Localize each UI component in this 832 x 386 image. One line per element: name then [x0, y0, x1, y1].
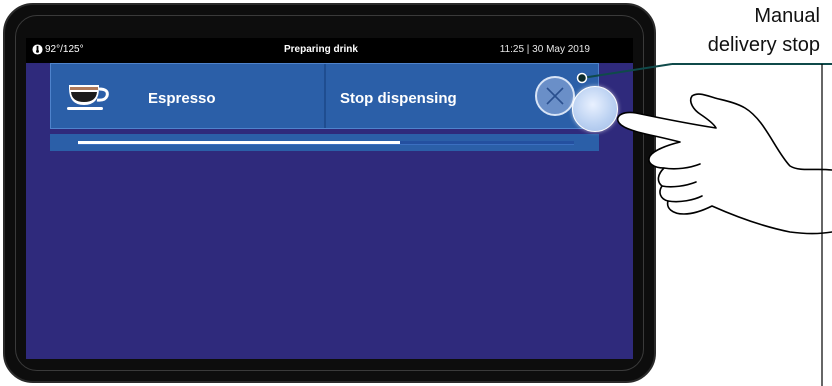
espresso-cup-icon [67, 85, 109, 110]
stop-dispensing-label: Stop dispensing [340, 90, 457, 107]
status-bar: 92°/125° Preparing drink 11:25 | 30 May … [26, 38, 633, 63]
progress-panel [50, 134, 599, 151]
drink-name: Espresso [148, 90, 216, 107]
close-icon [546, 87, 564, 105]
callout-line-2: delivery stop [707, 34, 820, 56]
thermometer-icon [32, 44, 43, 55]
touch-point-indicator [572, 86, 618, 132]
dispensing-progress-bar [78, 141, 574, 145]
touch-screen: 92°/125° Preparing drink 11:25 | 30 May … [26, 38, 633, 359]
drink-panel: Espresso Stop dispensing [50, 63, 599, 129]
progress-fill [78, 141, 401, 144]
drink-info: Espresso [51, 64, 326, 128]
temperature-readout: 92°/125° [32, 44, 84, 55]
status-datetime: 11:25 | 30 May 2019 [499, 44, 590, 55]
stop-dispensing-button[interactable] [535, 76, 575, 116]
callout-label: Manual delivery stop [708, 2, 820, 60]
manual-figure: 92°/125° Preparing drink 11:25 | 30 May … [0, 0, 832, 386]
callout-line-1: Manual [754, 5, 820, 27]
temperature-text: 92°/125° [45, 44, 84, 55]
status-title: Preparing drink [284, 44, 358, 55]
